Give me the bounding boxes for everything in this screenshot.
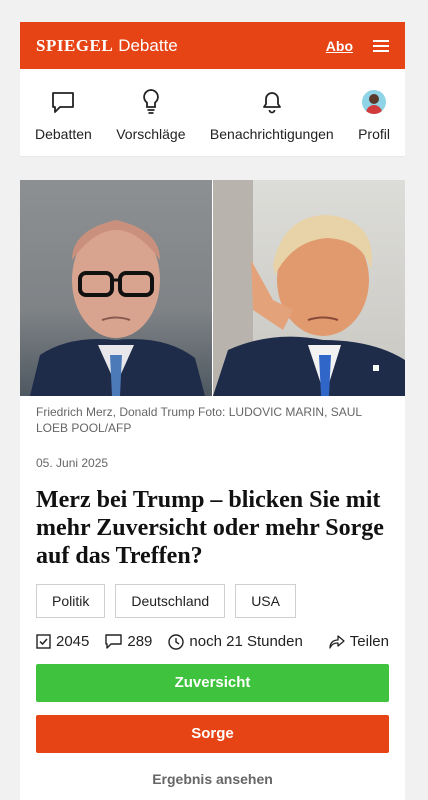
section-title: Debatte [118,35,178,55]
debate-card: SPIEGEL Debatte Abo Debatten Vorschläge … [0,22,425,800]
nav-item-profil[interactable]: Profil [358,69,390,156]
nav-label: Benachrichtigungen [209,126,334,142]
article-date: 05. Juni 2025 [36,456,109,470]
nav-item-benachrichtigungen[interactable]: Benachrichtigungen [210,69,334,156]
view-result-link[interactable]: Ergebnis ansehen [20,753,405,787]
photo-caption: Friedrich Merz, Donald Trump Foto: LUDOV… [36,405,362,435]
bell-icon [261,87,283,117]
nav-label: Debatten [35,126,92,142]
vote-zuversicht-button[interactable]: Zuversicht [36,664,389,702]
abo-link[interactable]: Abo [326,38,353,54]
nav-item-debatten[interactable]: Debatten [35,69,92,156]
spiegel-logo[interactable]: SPIEGEL [36,36,113,56]
comments-count: 289 [127,633,153,650]
tag-politik[interactable]: Politik [36,584,106,618]
vote-sorge-button[interactable]: Sorge [36,715,389,753]
share-button[interactable]: Teilen [329,633,389,650]
time-left: noch 21 Stunden [189,633,303,650]
avatar [362,90,387,114]
article-photo [20,180,405,396]
votes-count: 2045 [56,633,90,650]
nav-item-vorschlaege[interactable]: Vorschläge [116,69,186,156]
clock-icon [168,633,185,650]
tag-list: Politik Deutschland USA [20,570,405,618]
photo-trump [213,180,405,396]
tag-usa[interactable]: USA [235,584,296,618]
article-headline[interactable]: Merz bei Trump – blicken Sie mit mehr Zu… [20,470,405,570]
top-bar: SPIEGEL Debatte Abo [20,22,405,69]
share-icon [329,634,345,649]
nav-label: Vorschläge [116,126,186,142]
hamburger-menu-icon[interactable] [373,39,389,52]
comment-icon [105,634,123,649]
lightbulb-icon [141,87,161,117]
votes-stat: 2045 [36,633,89,650]
checkbox-icon [36,634,51,649]
main-nav: Debatten Vorschläge Benachrichtigungen P… [20,69,405,157]
comments-stat[interactable]: 289 [105,633,152,650]
share-label: Teilen [349,633,389,650]
speech-bubble-icon [50,87,76,117]
photo-merz [20,180,212,396]
divider [0,157,425,180]
nav-label: Profil [358,126,390,142]
tag-deutschland[interactable]: Deutschland [115,584,226,618]
stats-row: 2045 289 noch 21 Stunden Teilen [20,618,405,650]
time-stat: noch 21 Stunden [168,633,303,650]
